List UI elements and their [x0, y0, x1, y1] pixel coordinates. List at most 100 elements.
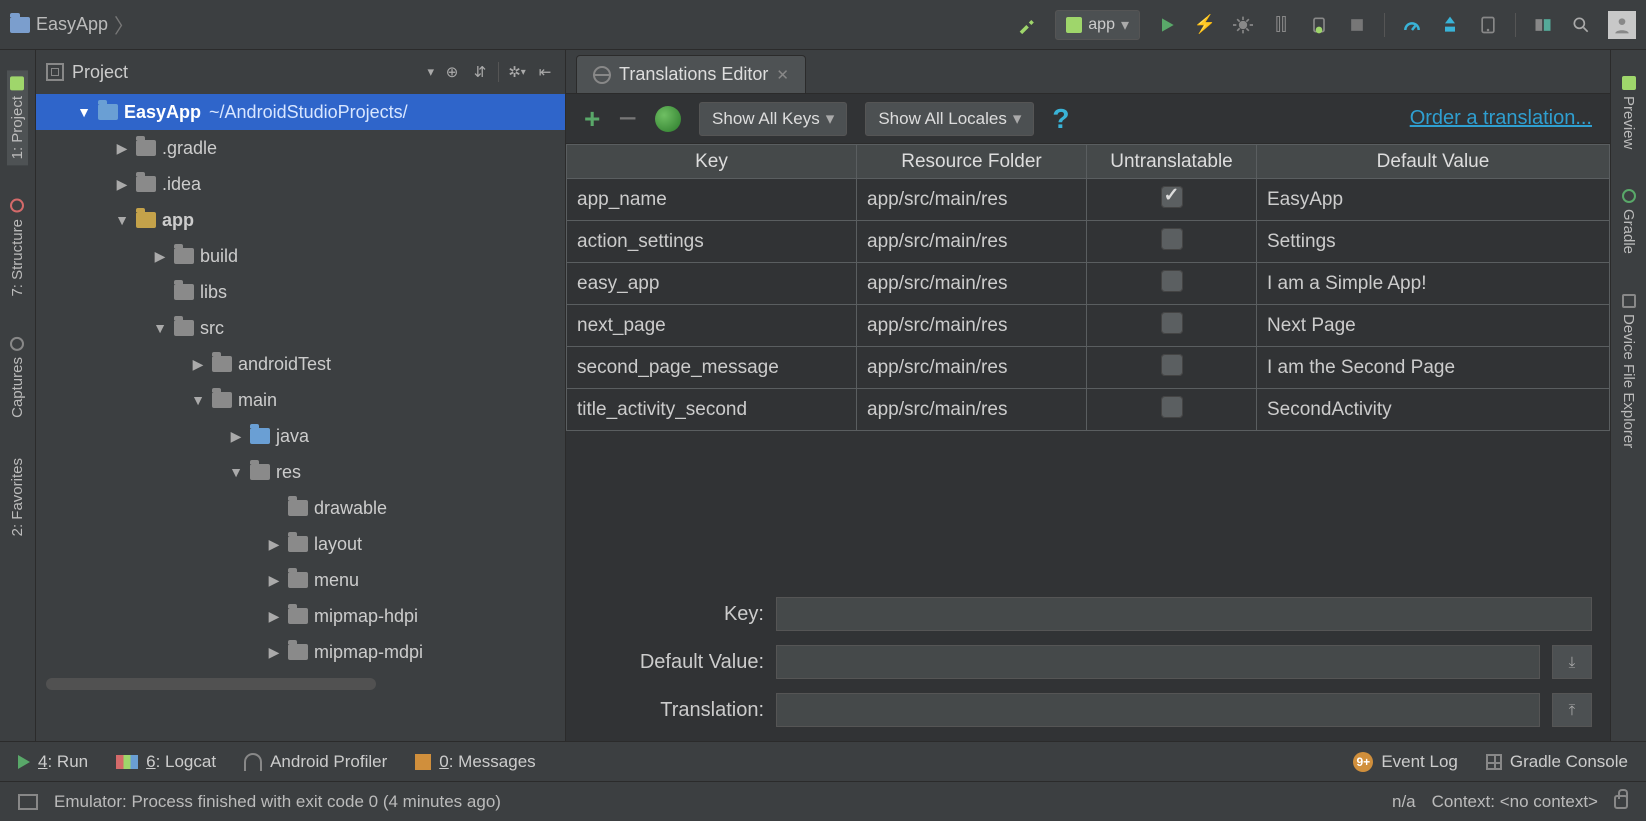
table-row[interactable]: action_settingsapp/src/main/res Settings	[567, 221, 1610, 263]
expand-right-icon[interactable]: ▶	[114, 176, 130, 193]
tab-messages[interactable]: 0: Messages	[415, 752, 535, 772]
cell-folder[interactable]: app/src/main/res	[857, 305, 1087, 347]
tree-node-androidtest[interactable]: ▶ androidTest	[36, 346, 565, 382]
tree-node-drawable[interactable]: ▶ drawable	[36, 490, 565, 526]
tab-favorites[interactable]: 2: Favorites	[7, 452, 28, 542]
detail-translation-input[interactable]	[776, 693, 1540, 727]
add-key-button[interactable]: +	[584, 103, 600, 135]
run-configuration-selector[interactable]: app ▾	[1055, 10, 1140, 40]
col-key[interactable]: Key	[567, 145, 857, 179]
help-icon[interactable]: ?	[1052, 103, 1069, 135]
cell-folder[interactable]: app/src/main/res	[857, 179, 1087, 221]
detail-default-input[interactable]	[776, 645, 1540, 679]
col-default-value[interactable]: Default Value	[1257, 145, 1610, 179]
detail-key-input[interactable]	[776, 597, 1592, 631]
profile-icon[interactable]: ⫿⫿	[1270, 14, 1292, 36]
status-context[interactable]: Context: <no context>	[1432, 792, 1598, 812]
tab-gradle[interactable]: Gradle	[1618, 183, 1639, 260]
cell-untranslatable[interactable]	[1087, 305, 1257, 347]
checkbox[interactable]	[1161, 312, 1183, 334]
table-row[interactable]: title_activity_secondapp/src/main/resSec…	[567, 389, 1610, 431]
expand-right-icon[interactable]: ▶	[266, 608, 282, 625]
tree-node-java[interactable]: ▶ java	[36, 418, 565, 454]
tree-node-app[interactable]: ▼ app	[36, 202, 565, 238]
table-row[interactable]: next_pageapp/src/main/resNext Page	[567, 305, 1610, 347]
cell-untranslatable[interactable]	[1087, 221, 1257, 263]
translations-table[interactable]: Key Resource Folder Untranslatable Defau…	[566, 144, 1610, 431]
expand-down-icon[interactable]: ▼	[190, 392, 206, 408]
horizontal-scrollbar[interactable]	[46, 678, 376, 690]
cell-default-value[interactable]: EasyApp	[1257, 179, 1610, 221]
tab-android-profiler[interactable]: Android Profiler	[244, 752, 387, 772]
tree-node-main[interactable]: ▼ main	[36, 382, 565, 418]
col-untranslatable[interactable]: Untranslatable	[1087, 145, 1257, 179]
tab-structure[interactable]: 7: Structure	[7, 193, 28, 303]
tab-run[interactable]: 4: Run	[18, 752, 88, 772]
expand-right-icon[interactable]: ▶	[228, 428, 244, 445]
checkbox[interactable]	[1161, 396, 1183, 418]
tree-node-idea[interactable]: ▶ .idea	[36, 166, 565, 202]
expand-down-icon[interactable]: ▼	[114, 212, 130, 228]
attach-debugger-icon[interactable]	[1308, 14, 1330, 36]
tab-preview[interactable]: Preview	[1618, 70, 1639, 155]
cell-folder[interactable]: app/src/main/res	[857, 263, 1087, 305]
lock-icon[interactable]	[1614, 795, 1628, 809]
tree-node-mipmap-hdpi[interactable]: ▶ mipmap-hdpi	[36, 598, 565, 634]
tree-node-res[interactable]: ▼ res	[36, 454, 565, 490]
tree-node-src[interactable]: ▼ src	[36, 310, 565, 346]
add-locale-button[interactable]	[655, 106, 681, 132]
expand-down-icon[interactable]: ▼	[228, 464, 244, 480]
tree-node-menu[interactable]: ▶ menu	[36, 562, 565, 598]
tree-node-gradle[interactable]: ▶ .gradle	[36, 130, 565, 166]
tab-captures[interactable]: Captures	[7, 331, 28, 424]
cell-default-value[interactable]: I am the Second Page	[1257, 347, 1610, 389]
tree-node-libs[interactable]: ▶ libs	[36, 274, 565, 310]
cell-key[interactable]: second_page_message	[567, 347, 857, 389]
cell-default-value[interactable]: I am a Simple App!	[1257, 263, 1610, 305]
apply-changes-icon[interactable]: ⚡	[1194, 14, 1216, 36]
layout-editor-icon[interactable]	[1532, 14, 1554, 36]
breadcrumb[interactable]: EasyApp 〉	[10, 10, 134, 39]
project-view-selector[interactable]: ▾	[427, 64, 434, 80]
tree-node-easyapp[interactable]: ▼ EasyApp ~/AndroidStudioProjects/	[36, 94, 565, 130]
search-icon[interactable]	[1570, 14, 1592, 36]
target-icon[interactable]: ⊕	[442, 62, 462, 82]
cell-key[interactable]: action_settings	[567, 221, 857, 263]
tool-window-toggle-icon[interactable]	[18, 794, 38, 810]
close-icon[interactable]: ✕	[776, 66, 789, 84]
tree-node-build[interactable]: ▶ build	[36, 238, 565, 274]
build-icon[interactable]	[1017, 14, 1039, 36]
collapse-icon[interactable]: ⇵	[470, 62, 490, 82]
project-tree[interactable]: ▼ EasyApp ~/AndroidStudioProjects/ ▶ .gr…	[36, 94, 565, 741]
order-translation-link[interactable]: Order a translation...	[1410, 107, 1592, 130]
avd-manager-icon[interactable]	[1477, 14, 1499, 36]
expand-right-icon[interactable]: ▶	[152, 248, 168, 265]
browse-translation-button[interactable]: ⤒	[1552, 693, 1592, 727]
tree-node-mipmap-mdpi[interactable]: ▶ mipmap-mdpi	[36, 634, 565, 670]
cell-folder[interactable]: app/src/main/res	[857, 221, 1087, 263]
tab-gradle-console[interactable]: Gradle Console	[1486, 752, 1628, 772]
user-avatar-icon[interactable]	[1608, 11, 1636, 39]
checkbox[interactable]	[1161, 228, 1183, 250]
col-resource-folder[interactable]: Resource Folder	[857, 145, 1087, 179]
checkbox[interactable]	[1161, 354, 1183, 376]
expand-right-icon[interactable]: ▶	[190, 356, 206, 373]
expand-down-icon[interactable]: ▼	[76, 104, 92, 120]
show-locales-selector[interactable]: Show All Locales ▾	[865, 102, 1034, 136]
stop-icon[interactable]	[1346, 14, 1368, 36]
run-icon[interactable]	[1156, 14, 1178, 36]
tab-translations-editor[interactable]: Translations Editor ✕	[576, 55, 806, 93]
cell-key[interactable]: next_page	[567, 305, 857, 347]
show-keys-selector[interactable]: Show All Keys ▾	[699, 102, 847, 136]
tree-node-layout[interactable]: ▶ layout	[36, 526, 565, 562]
cell-default-value[interactable]: SecondActivity	[1257, 389, 1610, 431]
cell-default-value[interactable]: Settings	[1257, 221, 1610, 263]
debug-icon[interactable]	[1232, 14, 1254, 36]
cell-folder[interactable]: app/src/main/res	[857, 347, 1087, 389]
cell-folder[interactable]: app/src/main/res	[857, 389, 1087, 431]
cell-key[interactable]: app_name	[567, 179, 857, 221]
expand-down-icon[interactable]: ▼	[152, 320, 168, 336]
expand-right-icon[interactable]: ▶	[266, 536, 282, 553]
tab-project[interactable]: 1: Project	[7, 70, 28, 165]
tab-logcat[interactable]: 6: Logcat	[116, 752, 216, 772]
